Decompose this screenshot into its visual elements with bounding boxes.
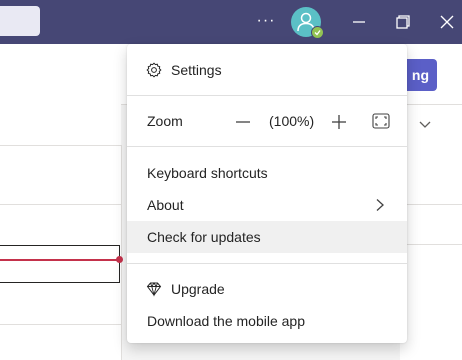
menu-item-keyboard-shortcuts[interactable]: Keyboard shortcuts	[127, 157, 407, 189]
menu-item-settings[interactable]: Settings	[127, 54, 407, 86]
diamond-icon	[146, 282, 162, 297]
calendar-day-column	[400, 105, 462, 360]
menu-item-label: Check for updates	[147, 229, 261, 245]
menu-item-upgrade[interactable]: Upgrade	[127, 273, 407, 305]
column-divider	[121, 145, 122, 360]
calendar-time-column	[0, 44, 121, 360]
zoom-label-row: Zoom	[127, 105, 217, 137]
menu-divider	[127, 95, 407, 96]
row-divider	[406, 204, 462, 205]
zoom-in-icon[interactable]	[330, 113, 348, 131]
row-divider	[0, 145, 121, 146]
zoom-label: Zoom	[147, 113, 183, 129]
zoom-value: (100%)	[269, 113, 315, 129]
menu-item-label: Keyboard shortcuts	[147, 165, 268, 181]
menu-item-label: Settings	[171, 62, 222, 78]
presence-available-icon	[311, 26, 324, 39]
current-time-line	[0, 259, 120, 261]
chevron-right-icon	[376, 199, 384, 211]
menu-item-label: Download the mobile app	[147, 313, 305, 329]
menu-divider	[127, 263, 407, 264]
menu-item-about[interactable]: About	[127, 189, 407, 221]
more-options-button[interactable]: ···	[254, 9, 278, 33]
row-divider	[0, 324, 121, 325]
menu-item-download-mobile-app[interactable]: Download the mobile app	[127, 305, 407, 337]
profile-avatar[interactable]	[291, 7, 324, 39]
row-divider	[0, 204, 121, 205]
close-icon[interactable]	[434, 9, 460, 35]
search-box[interactable]	[0, 6, 40, 36]
minimize-icon[interactable]	[346, 9, 372, 35]
title-bar: ···	[0, 0, 462, 44]
fit-to-screen-icon[interactable]	[372, 113, 390, 129]
row-divider	[406, 244, 462, 245]
menu-item-check-for-updates[interactable]: Check for updates	[127, 221, 407, 253]
selected-time-slot[interactable]	[0, 245, 120, 283]
zoom-out-icon[interactable]	[234, 113, 252, 131]
menu-divider	[127, 146, 407, 147]
menu-item-label: About	[147, 197, 184, 213]
maximize-icon[interactable]	[390, 9, 416, 35]
app-window: ··· ng Settings Zoom (100%) Keyboard sho…	[0, 0, 462, 360]
current-time-dot	[116, 256, 123, 263]
menu-item-label: Upgrade	[171, 281, 225, 297]
gear-icon	[146, 62, 162, 78]
settings-and-more-menu: Settings Zoom (100%) Keyboard shortcuts …	[127, 44, 407, 343]
